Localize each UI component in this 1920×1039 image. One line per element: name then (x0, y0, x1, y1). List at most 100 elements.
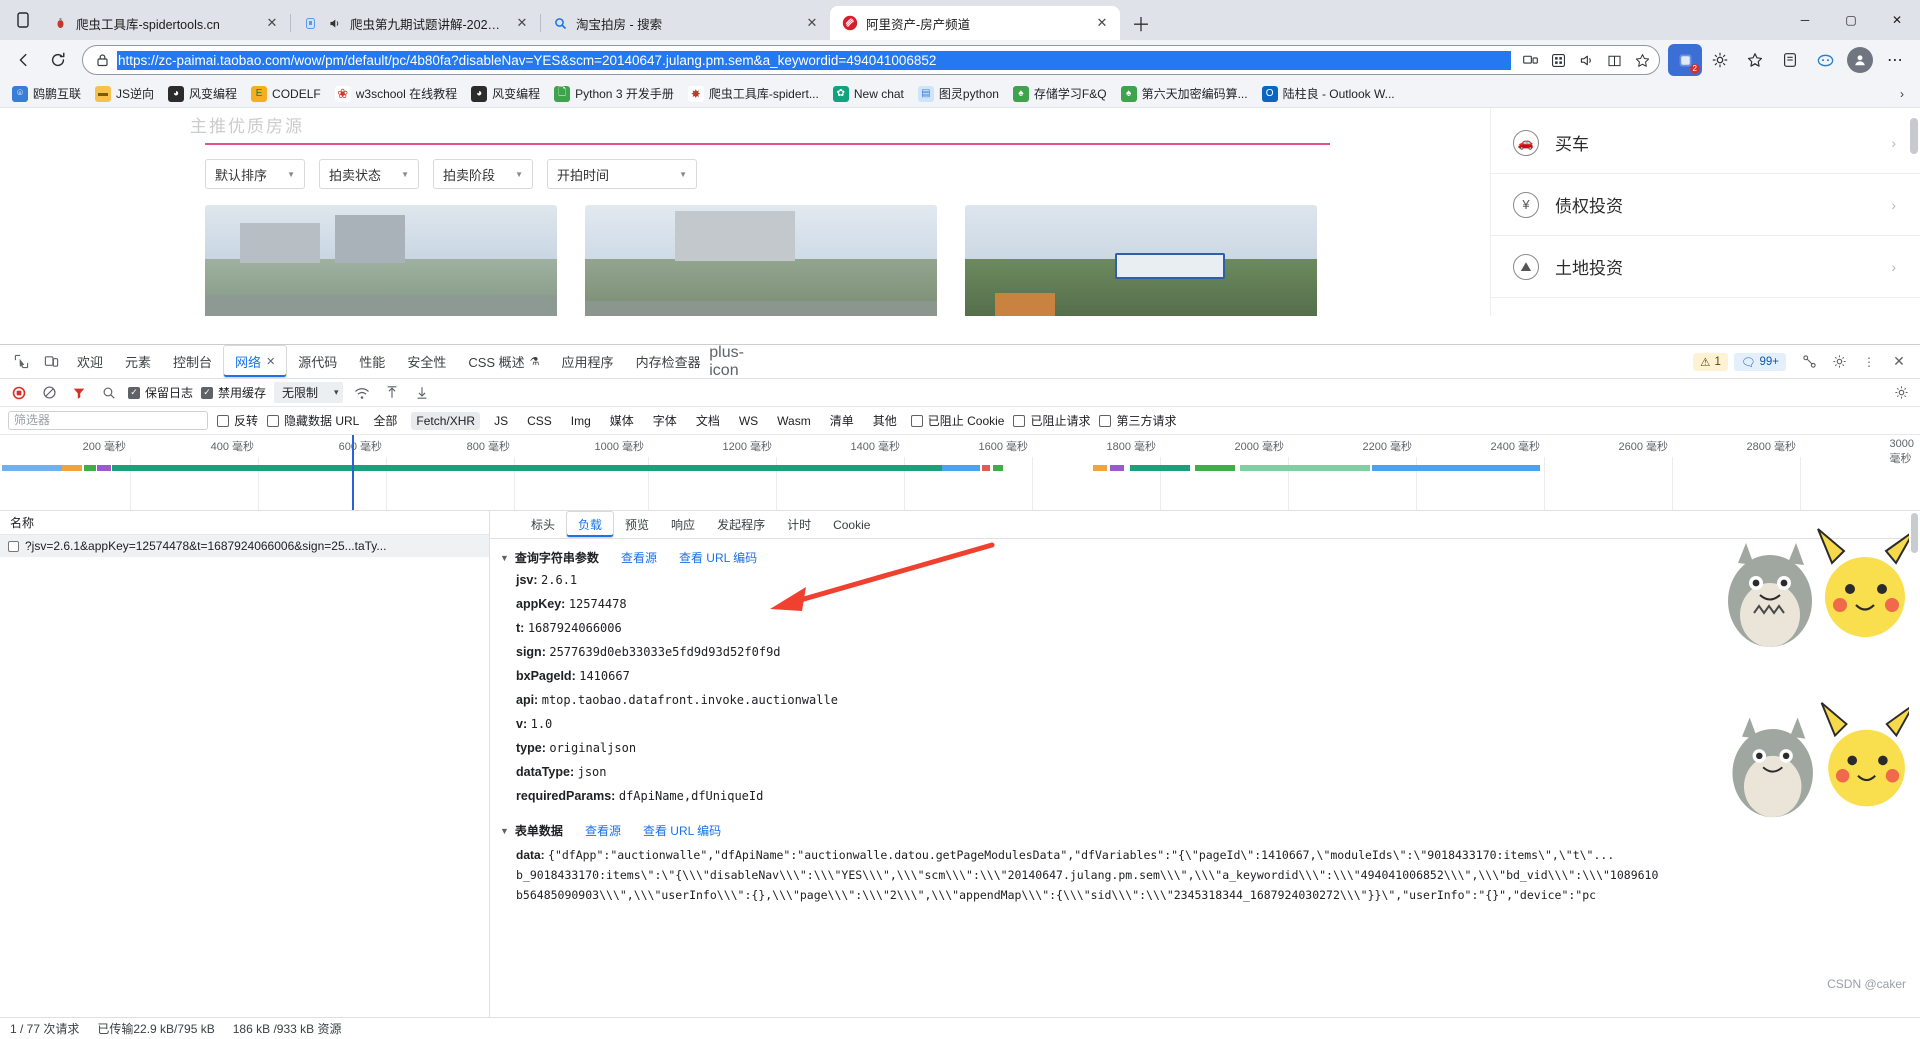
tab-search-icon[interactable] (6, 0, 40, 40)
payload-scrollbar-thumb[interactable] (1911, 513, 1918, 553)
bookmark-item[interactable]: ♠ 存储学习F&Q (1007, 82, 1113, 105)
devtools-tab-css-overview[interactable]: CSS 概述 ⚗ (457, 345, 550, 378)
bookmark-item[interactable]: ◕ 风变编程 (465, 82, 546, 105)
detail-tab-initiator[interactable]: 发起程序 (706, 511, 776, 538)
tab-close-icon[interactable]: ✕ (266, 355, 275, 368)
clear-icon[interactable] (38, 382, 60, 404)
more-icon[interactable]: ⋯ (1878, 44, 1912, 76)
form-data-section-header[interactable]: ▼ 表单数据 查看源 查看 URL 编码 (490, 820, 1920, 841)
message-count-badge[interactable]: 🗨 99+ (1733, 352, 1786, 371)
view-url-encoded-link[interactable]: 查看 URL 编码 (643, 822, 721, 839)
address-bar[interactable]: https://zc-paimai.taobao.com/wow/pm/defa… (82, 45, 1660, 75)
bookmark-item[interactable]: ◕ 风变编程 (162, 82, 243, 105)
triangle-down-icon[interactable]: ▼ (500, 826, 509, 836)
maximize-button[interactable]: ▢ (1828, 0, 1874, 40)
reload-button[interactable] (42, 44, 74, 76)
preserve-log-checkbox[interactable]: ✓ 保留日志 (128, 384, 193, 401)
view-source-link[interactable]: 查看源 (621, 549, 657, 566)
filter-type-media[interactable]: 媒体 (605, 410, 639, 431)
record-stop-icon[interactable] (8, 382, 30, 404)
export-har-icon[interactable] (411, 382, 433, 404)
favorites-icon[interactable] (1738, 44, 1772, 76)
payload-scrollbar[interactable] (1909, 511, 1920, 1017)
close-window-button[interactable]: ✕ (1874, 0, 1920, 40)
sort-select[interactable]: 默认排序 ▼ (205, 159, 305, 189)
import-har-icon[interactable] (381, 382, 403, 404)
filter-type-fetch-xhr[interactable]: Fetch/XHR (411, 411, 481, 430)
auction-status-select[interactable]: 拍卖状态 ▼ (319, 159, 419, 189)
auction-stage-select[interactable]: 拍卖阶段 ▼ (433, 159, 533, 189)
devtools-tab-security[interactable]: 安全性 (396, 345, 457, 378)
filter-type-font[interactable]: 字体 (648, 410, 682, 431)
filter-type-wasm[interactable]: Wasm (772, 412, 816, 430)
detail-tab-timing[interactable]: 计时 (776, 511, 822, 538)
devtools-tab-sources[interactable]: 源代码 (287, 345, 348, 378)
split-screen-icon[interactable] (1517, 47, 1543, 73)
inspect-element-icon[interactable] (6, 347, 36, 377)
browser-tab-3[interactable]: 阿里资产-房产频道 ✕ (830, 6, 1120, 40)
sidebar-item-land-investment[interactable]: ⛰ 土地投资 › (1491, 236, 1920, 298)
detail-tab-response[interactable]: 响应 (660, 511, 706, 538)
sidebar-item-buy-car[interactable]: 🚗 买车 › (1491, 112, 1920, 174)
bookmark-item[interactable]: O 陆柱良 - Outlook W... (1256, 82, 1401, 105)
new-tab-button[interactable]: ＋ (1126, 8, 1156, 38)
disable-cache-checkbox[interactable]: ✓ 禁用缓存 (201, 384, 266, 401)
devtools-tab-performance[interactable]: 性能 (348, 345, 396, 378)
read-aloud-icon[interactable] (1573, 47, 1599, 73)
collections-panel-icon[interactable] (1773, 44, 1807, 76)
property-card[interactable] (205, 205, 557, 316)
browser-tab-2[interactable]: 淘宝拍房 - 搜索 ✕ (540, 6, 831, 40)
network-conditions-icon[interactable] (351, 382, 373, 404)
close-icon[interactable]: ✕ (1884, 347, 1914, 377)
bookmark-item[interactable]: ▬ JS逆向 (89, 82, 160, 105)
page-scrollbar-thumb[interactable] (1910, 118, 1918, 154)
detail-tab-preview[interactable]: 预览 (614, 511, 660, 538)
reading-view-icon[interactable] (1601, 47, 1627, 73)
start-time-select[interactable]: 开拍时间 ▼ (547, 159, 697, 189)
star-icon[interactable] (1629, 47, 1655, 73)
view-source-link[interactable]: 查看源 (585, 822, 621, 839)
profile-avatar[interactable] (1843, 44, 1877, 76)
bookmark-item[interactable]: ✿ New chat (827, 83, 910, 105)
lock-icon[interactable] (93, 53, 111, 67)
minimize-button[interactable]: ─ (1782, 0, 1828, 40)
bookmark-item[interactable]: ✸ 爬虫工具库-spidert... (682, 82, 825, 105)
throttling-select[interactable]: 无限制 ▾ (274, 382, 343, 403)
search-icon[interactable] (98, 382, 120, 404)
devtools-tab-network[interactable]: 网络 ✕ (223, 345, 288, 378)
tab-close-icon[interactable]: ✕ (262, 13, 282, 33)
page-scrollbar[interactable] (1908, 108, 1920, 316)
filter-input[interactable]: 筛选器 (8, 411, 208, 430)
filter-icon[interactable] (68, 382, 90, 404)
detail-tab-cookies[interactable]: Cookie (822, 511, 881, 538)
property-card[interactable] (585, 205, 937, 316)
devtools-tab-elements[interactable]: 元素 (114, 345, 162, 378)
filter-type-all[interactable]: 全部 (368, 410, 402, 431)
third-party-requests-checkbox[interactable]: 第三方请求 (1099, 412, 1177, 429)
filter-type-ws[interactable]: WS (734, 412, 763, 430)
avatar[interactable] (1847, 47, 1873, 73)
devtools-tab-welcome[interactable]: 欢迎 (66, 345, 114, 378)
detail-tab-payload[interactable]: 负载 (566, 511, 615, 538)
tab-audio-playing-icon[interactable] (326, 15, 342, 31)
filter-type-css[interactable]: CSS (522, 412, 557, 430)
extensions-button[interactable]: 2 (1668, 44, 1702, 76)
invert-checkbox[interactable]: 反转 (217, 412, 258, 429)
filter-type-other[interactable]: 其他 (868, 410, 902, 431)
copilot-icon[interactable] (1808, 44, 1842, 76)
row-checkbox[interactable] (8, 540, 19, 552)
devtools-tab-memory-inspector[interactable]: 内存检查器 (625, 345, 712, 378)
filter-type-manifest[interactable]: 清单 (825, 410, 859, 431)
bookmark-item[interactable]: E CODELF (245, 83, 327, 105)
query-string-section-header[interactable]: ▼ 查询字符串参数 查看源 查看 URL 编码 (490, 547, 1920, 568)
sidebar-item-buy-equipment[interactable]: ⚙ 买设备 › (1491, 298, 1920, 316)
filter-type-img[interactable]: Img (566, 412, 596, 430)
bookmark-item[interactable]: 🗋 Python 3 开发手册 (548, 82, 680, 105)
detail-tab-headers[interactable]: 标头 (520, 511, 566, 538)
tab-close-icon[interactable]: ✕ (1092, 13, 1112, 33)
bookmark-item[interactable]: ♠ 第六天加密编码算... (1115, 82, 1254, 105)
network-settings-gear-icon[interactable] (1890, 382, 1912, 404)
url-text[interactable]: https://zc-paimai.taobao.com/wow/pm/defa… (117, 50, 1511, 70)
bookmark-item[interactable]: ❀ w3school 在线教程 (329, 82, 463, 105)
browser-tab-1[interactable]: 爬虫第九期试题讲解-2023-5 ✕ (290, 6, 541, 40)
